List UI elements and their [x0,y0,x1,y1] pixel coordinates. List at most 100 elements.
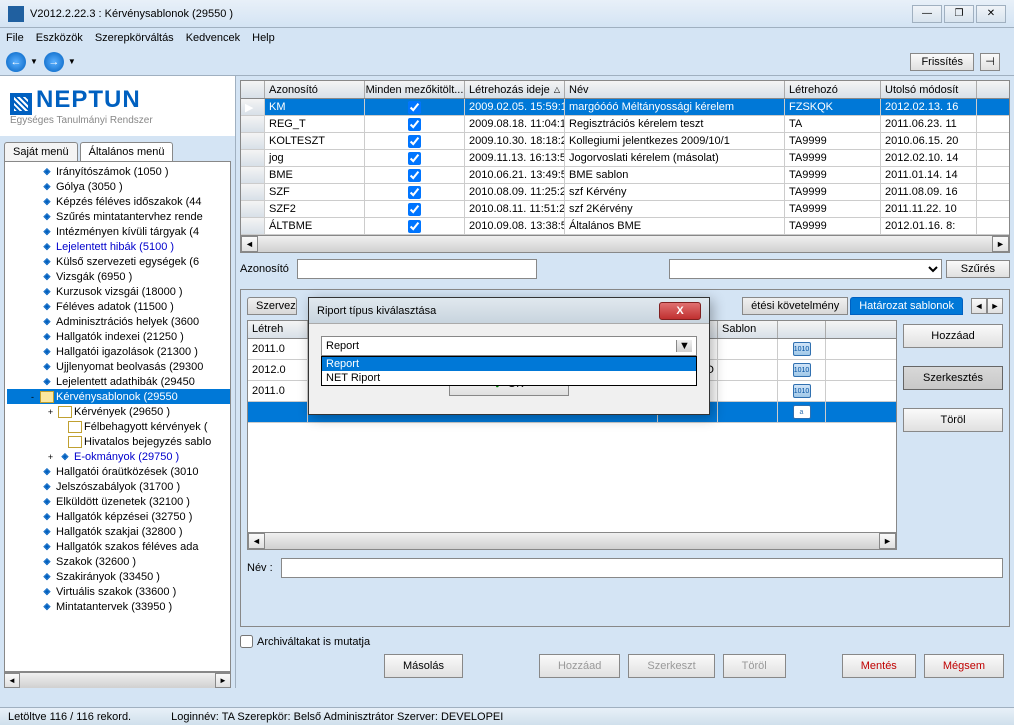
page-icon[interactable]: a [793,405,811,419]
minimize-button[interactable]: — [912,5,942,23]
document-icon[interactable]: 1010 [793,342,811,356]
table-row[interactable]: ▶KM2009.02.05. 15:59:1margóóóó Méltányos… [241,99,1009,116]
archive-checkbox[interactable] [240,635,253,648]
close-button[interactable]: ✕ [976,5,1006,23]
cancel-button[interactable]: Mégsem [924,654,1004,678]
nav-forward-button[interactable]: → [44,52,64,72]
table-row[interactable]: jog2009.11.13. 16:13:5Jogorvoslati kérel… [241,150,1009,167]
pin-button[interactable]: ⊣ [980,53,1000,71]
scroll-right-button[interactable]: ► [879,533,896,549]
tab-general-menu[interactable]: Általános menü [80,142,174,161]
tree-item[interactable]: ◈Hallgatók indexei (21250 ) [7,329,230,344]
document-icon[interactable]: 1010 [793,384,811,398]
filter-button[interactable]: Szűrés [946,260,1010,278]
nav-back-dropdown[interactable]: ▼ [30,57,38,66]
combo-option-report[interactable]: Report [322,357,696,371]
tree-item[interactable]: ◈Féléves adatok (11500 ) [7,299,230,314]
tree-item[interactable]: ◈Szűrés mintatantervhez rende [7,209,230,224]
maximize-button[interactable]: ❐ [944,5,974,23]
col-letrehozas[interactable]: Létrehozás ideje△ [465,81,565,98]
expand-icon[interactable]: - [27,392,38,402]
tree-item[interactable]: ◈Hallgatói óraütközések (3010 [7,464,230,479]
tree-item[interactable]: ◈Hallgatók szakjai (32800 ) [7,524,230,539]
dialog-close-button[interactable]: X [659,302,701,320]
scroll-left-button[interactable]: ◄ [4,673,20,688]
nav-forward-dropdown[interactable]: ▼ [68,57,76,66]
tree-item[interactable]: ◈Elküldött üzenetek (32100 ) [7,494,230,509]
table-row[interactable]: SZF2010.08.09. 11:25:2szf KérvényTA99992… [241,184,1009,201]
subcol-sablon[interactable]: Sablon [718,321,778,338]
delete-button[interactable]: Töröl [723,654,786,678]
expand-icon[interactable]: + [45,452,56,462]
menu-tools[interactable]: Eszközök [36,32,83,44]
tree-item[interactable]: ◈Jelszószabályok (31700 ) [7,479,230,494]
tree-item[interactable]: ◈Irányítószámok (1050 ) [7,164,230,179]
report-type-combo[interactable]: Report ▼ Report NET Riport [321,336,697,356]
delete-template-button[interactable]: Töröl [903,408,1003,432]
table-row[interactable]: KOLTESZT2009.10.30. 18:18:2Kollegiumi je… [241,133,1009,150]
lower-tab-szervezet[interactable]: Szerveze [247,297,297,315]
tree-item[interactable]: ◈Képzés féléves időszakok (44 [7,194,230,209]
chevron-down-icon[interactable]: ▼ [676,340,692,352]
tree-item[interactable]: ◈Mintatantervek (33950 ) [7,599,230,614]
dialog-titlebar[interactable]: Riport típus kiválasztása X [309,298,709,324]
col-nev[interactable]: Név [565,81,785,98]
tree-item[interactable]: ◈Virtuális szakok (33600 ) [7,584,230,599]
grid-hscroll[interactable]: ◄ ► [241,235,1009,252]
tree-item[interactable]: ◈Ujjlenyomat beolvasás (29300 [7,359,230,374]
main-grid[interactable]: Azonosító Minden mezőkitölt... Létrehozá… [240,80,1010,253]
lower-tab-hatarozat[interactable]: Határozat sablonok [850,297,963,315]
tree-item[interactable]: -Kérvénysablonok (29550 [7,389,230,404]
tree-item[interactable]: ◈Intézményen kívüli tárgyak (4 [7,224,230,239]
scroll-left-button[interactable]: ◄ [241,236,258,252]
combo-option-netriport[interactable]: NET Riport [322,371,696,385]
row-checkbox[interactable] [408,169,421,182]
tab-nav-left[interactable]: ◄ [971,298,987,314]
menu-roleswitch[interactable]: Szerepkörváltás [95,32,174,44]
expand-icon[interactable]: + [45,407,56,417]
scroll-right-button[interactable]: ► [992,236,1009,252]
col-modositas[interactable]: Utolsó módosít [881,81,977,98]
tree-item[interactable]: ◈Hallgatói igazolások (21300 ) [7,344,230,359]
tab-nav-right[interactable]: ► [987,298,1003,314]
row-checkbox[interactable] [408,220,421,233]
nav-back-button[interactable]: ← [6,52,26,72]
tree-item[interactable]: +Kérvények (29650 ) [7,404,230,419]
tree-item[interactable]: ◈Hallgatók szakos féléves ada [7,539,230,554]
table-row[interactable]: SZF22010.08.11. 11:51:2szf 2KérvényTA999… [241,201,1009,218]
sidebar-hscroll[interactable]: ◄ ► [4,672,231,688]
tree-item[interactable]: ◈Vizsgák (6950 ) [7,269,230,284]
save-button[interactable]: Mentés [842,654,916,678]
subcol-icon[interactable] [778,321,826,338]
table-row[interactable]: REG_T2009.08.18. 11:04:1Regisztrációs ké… [241,116,1009,133]
col-minden[interactable]: Minden mezőkitölt... [365,81,465,98]
add-template-button[interactable]: Hozzáad [903,324,1003,348]
scroll-left-button[interactable]: ◄ [248,533,265,549]
edit-template-button[interactable]: Szerkesztés [903,366,1003,390]
subcol-date[interactable]: Létreh [248,321,308,338]
tree-item[interactable]: ◈Lejelentett adathibák (29450 [7,374,230,389]
row-checkbox[interactable] [408,203,421,216]
col-azonosito[interactable]: Azonosító [265,81,365,98]
table-row[interactable]: ÁLTBME2010.09.08. 13:38:5Általános BMETA… [241,218,1009,235]
menu-file[interactable]: File [6,32,24,44]
tree-item[interactable]: ◈Kurzusok vizsgái (18000 ) [7,284,230,299]
name-input[interactable] [281,558,1003,578]
subgrid-hscroll[interactable]: ◄ ► [248,532,896,549]
copy-button[interactable]: Másolás [384,654,463,678]
menu-favorites[interactable]: Kedvencek [186,32,240,44]
row-checkbox[interactable] [408,118,421,131]
document-icon[interactable]: 1010 [793,363,811,377]
row-checkbox[interactable] [408,186,421,199]
tab-own-menu[interactable]: Saját menü [4,142,78,161]
tree-item[interactable]: ◈Szakok (32600 ) [7,554,230,569]
tree-item[interactable]: ◈Szakirányok (33450 ) [7,569,230,584]
add-button[interactable]: Hozzáad [539,654,620,678]
col-letrehozo[interactable]: Létrehozó [785,81,881,98]
menu-help[interactable]: Help [252,32,275,44]
tree-item[interactable]: Hivatalos bejegyzés sablo [7,434,230,449]
tree-view[interactable]: ◈Irányítószámok (1050 )◈Gólya (3050 )◈Ké… [4,161,231,672]
scroll-right-button[interactable]: ► [215,673,231,688]
row-checkbox[interactable] [408,135,421,148]
row-checkbox[interactable] [408,101,421,114]
